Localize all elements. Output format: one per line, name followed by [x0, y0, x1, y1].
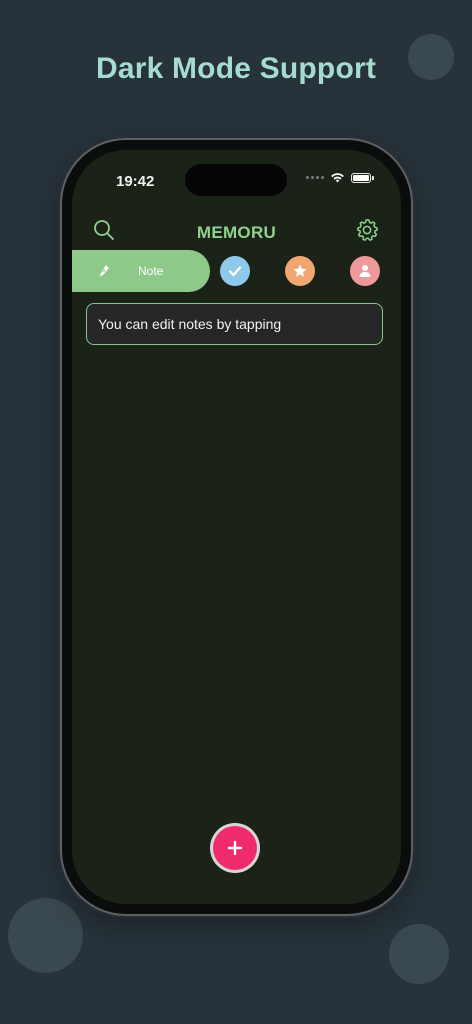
category-tabs: Note — [72, 250, 401, 292]
pen-nib-icon — [99, 265, 109, 277]
status-time: 19:42 — [116, 173, 155, 190]
decor-bubble-bottom-right — [389, 924, 449, 984]
phone-frame: 19:42 MEMORU Note You can edit notes by … — [62, 140, 411, 914]
phone-screen: 19:42 MEMORU Note You can edit notes by … — [72, 150, 401, 904]
tab-done[interactable] — [220, 256, 250, 286]
star-icon — [293, 264, 307, 277]
tab-profile[interactable] — [350, 256, 380, 286]
gear-icon[interactable] — [354, 217, 380, 243]
tab-favorites[interactable] — [285, 256, 315, 286]
status-indicators — [306, 172, 374, 183]
decor-bubble-bottom-left — [8, 898, 83, 973]
wifi-icon — [331, 173, 344, 183]
app-header: MEMORU — [72, 210, 401, 250]
cellular-signal-icon — [306, 176, 324, 179]
tab-note-label: Note — [138, 264, 164, 278]
note-text: You can edit notes by tapping — [98, 316, 282, 332]
app-title: MEMORU — [196, 223, 277, 242]
checkmark-icon — [228, 266, 242, 277]
dynamic-island — [185, 164, 287, 196]
note-card[interactable]: You can edit notes by tapping — [86, 303, 383, 345]
promo-headline: Dark Mode Support — [95, 52, 377, 85]
battery-icon — [351, 172, 374, 183]
tab-note[interactable]: Note — [72, 250, 210, 292]
add-note-button[interactable] — [213, 826, 257, 870]
plus-icon — [227, 840, 243, 856]
person-icon — [359, 265, 371, 277]
